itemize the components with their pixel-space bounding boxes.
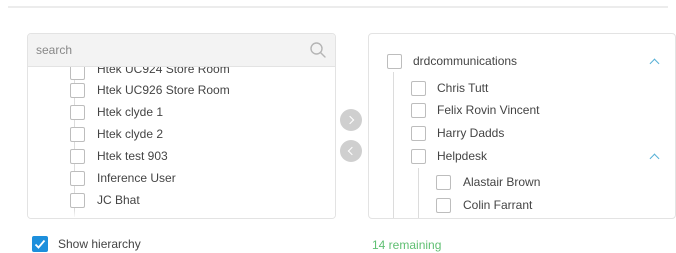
subgroup-label: Helpdesk [437,149,488,163]
move-left-button[interactable] [340,140,362,162]
list-item[interactable]: Colin Farrant [369,195,675,217]
item-label: Alastair Brown [463,175,541,189]
item-checkbox[interactable] [70,83,85,98]
item-label: Htek UC926 Store Room [97,83,230,97]
list-fade [28,210,335,218]
list-item[interactable]: Felix Rovin Vincent [369,100,675,122]
list-item[interactable]: Htek test 903 [28,146,335,168]
list-item[interactable]: Htek clyde 2 [28,124,335,146]
item-checkbox[interactable] [411,126,426,141]
search-input[interactable] [36,40,296,60]
item-label: Htek clyde 1 [97,105,164,119]
item-label: JC Bhat [97,193,140,207]
chevron-up-icon[interactable] [649,58,660,69]
remaining-count: 14 remaining [372,238,442,252]
list-item[interactable]: Htek clyde 1 [28,102,335,124]
group-row[interactable]: drdcommunications [369,51,675,73]
item-checkbox[interactable] [411,103,426,118]
item-checkbox[interactable] [70,65,85,80]
list-item[interactable]: Inference User [28,168,335,190]
top-divider [8,6,668,8]
item-checkbox[interactable] [70,171,85,186]
item-label: Harry Dadds [437,126,505,140]
show-hierarchy-label: Show hierarchy [58,237,141,251]
selected-list-panel[interactable]: drdcommunications Chris Tutt Felix Rovin… [368,33,676,219]
list-item[interactable]: Harry Dadds [369,123,675,145]
item-checkbox[interactable] [436,175,451,190]
list-item[interactable]: Alastair Brown [369,172,675,194]
subgroup-checkbox[interactable] [411,149,426,164]
item-checkbox[interactable] [70,193,85,208]
item-checkbox[interactable] [70,149,85,164]
show-hierarchy-checkbox[interactable] [32,236,48,252]
move-right-button[interactable] [340,109,362,131]
group-checkbox[interactable] [387,54,402,69]
item-checkbox[interactable] [70,127,85,142]
item-label: Colin Farrant [463,198,533,212]
item-checkbox[interactable] [436,198,451,213]
item-label: Felix Rovin Vincent [437,103,540,117]
item-label: Htek clyde 2 [97,127,164,141]
checkmark-icon [34,239,46,249]
list-item[interactable]: Chris Tutt [369,78,675,100]
item-checkbox[interactable] [411,81,426,96]
item-label: Inference User [97,171,176,185]
item-checkbox[interactable] [70,105,85,120]
search-bar [28,34,335,67]
available-list-panel[interactable]: Htek UC924 Store Room Htek UC926 Store R… [27,33,336,219]
search-icon[interactable] [309,41,327,59]
group-label: drdcommunications [413,54,518,68]
chevron-right-icon [345,115,355,125]
subgroup-row[interactable]: Helpdesk [369,146,675,168]
item-label: Htek test 903 [97,149,168,163]
item-label: Chris Tutt [437,81,489,95]
chevron-left-icon [347,146,357,156]
list-item[interactable]: Htek UC926 Store Room [28,80,335,102]
chevron-up-icon[interactable] [649,153,660,164]
list-item[interactable]: JC Bhat [28,190,335,212]
